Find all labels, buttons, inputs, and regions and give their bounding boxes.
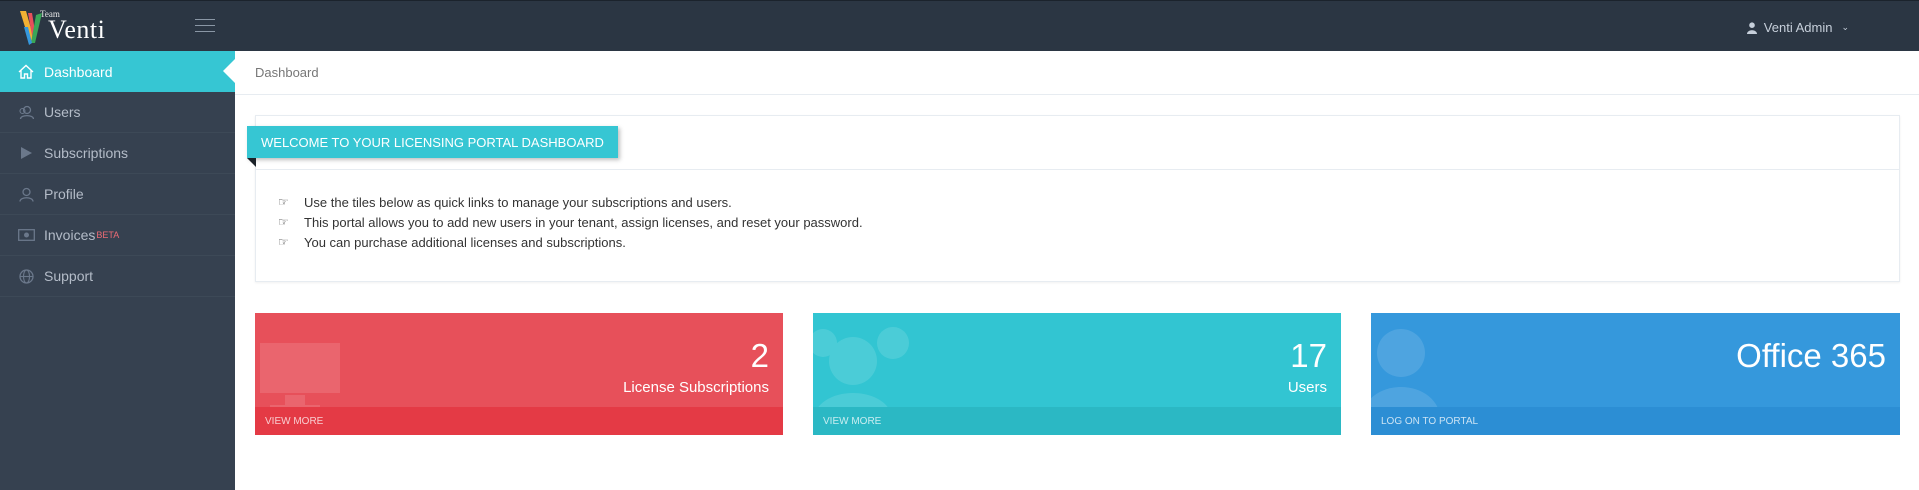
user-menu[interactable]: Venti Admin ⌄ [1746, 20, 1849, 35]
tile-license-subscriptions[interactable]: 2 License Subscriptions VIEW MORE [255, 313, 783, 435]
sidebar-item-label: Support [44, 268, 94, 284]
menu-toggle-icon[interactable] [195, 19, 215, 34]
list-item: ☞ This portal allows you to add new user… [278, 212, 863, 232]
divider [256, 169, 1899, 170]
sidebar-item-subscriptions[interactable]: Subscriptions [0, 133, 235, 174]
welcome-panel: WELCOME TO YOUR LICENSING PORTAL DASHBOA… [247, 115, 1900, 282]
sidebar-item-dashboard[interactable]: Dashboard [0, 51, 235, 92]
sidebar-item-users[interactable]: Users [0, 92, 235, 133]
tile-number: 17 [1290, 337, 1327, 374]
sidebar-item-label: Dashboard [44, 63, 113, 80]
tile-title: Office 365 [1736, 337, 1886, 374]
sidebar-item-invoices[interactable]: Invoices BETA [0, 215, 235, 256]
breadcrumb-item[interactable]: Dashboard [255, 65, 319, 80]
view-more-link[interactable]: VIEW MORE [813, 407, 1341, 435]
sidebar: Dashboard Users Subscriptions Profile In… [0, 51, 235, 490]
user-name: Venti Admin [1763, 20, 1833, 35]
top-header: Team Venti Venti Admin ⌄ [0, 0, 1919, 51]
tips-list: ☞ Use the tiles below as quick links to … [278, 192, 863, 252]
logo[interactable]: Team Venti [18, 7, 108, 47]
sidebar-item-label: Users [44, 104, 81, 120]
beta-badge: BETA [96, 230, 120, 240]
sidebar-item-label: Subscriptions [44, 145, 129, 161]
welcome-ribbon-title: WELCOME TO YOUR LICENSING PORTAL DASHBOA… [247, 126, 618, 167]
logo-name-text: Venti [48, 15, 106, 44]
tip-text: Use the tiles below as quick links to ma… [304, 194, 732, 210]
tile-description: Users [1287, 379, 1327, 396]
home-icon [17, 63, 35, 81]
sidebar-item-profile[interactable]: Profile [0, 174, 235, 215]
tip-text: This portal allows you to add new users … [304, 214, 863, 230]
users-icon [17, 103, 35, 121]
hand-pointer-icon: ☞ [278, 215, 289, 229]
sidebar-item-label: Invoices [44, 227, 96, 243]
list-item: ☞ You can purchase additional licenses a… [278, 232, 863, 252]
sidebar-item-support[interactable]: Support [0, 256, 235, 297]
play-icon [17, 144, 35, 162]
sidebar-item-label: Profile [44, 186, 84, 202]
user-icon [17, 185, 35, 203]
view-more-link[interactable]: VIEW MORE [255, 407, 783, 435]
hand-pointer-icon: ☞ [278, 195, 289, 209]
tile-office-365[interactable]: Office 365 LOG ON TO PORTAL [1371, 313, 1900, 435]
globe-icon [17, 267, 35, 285]
tile-users[interactable]: 17 Users VIEW MORE [813, 313, 1341, 435]
list-item: ☞ Use the tiles below as quick links to … [278, 192, 863, 212]
user-icon [1746, 21, 1757, 34]
breadcrumb: Dashboard [235, 51, 1919, 95]
money-icon [17, 226, 35, 244]
main-content: Dashboard WELCOME TO YOUR LICENSING PORT… [235, 51, 1919, 490]
hand-pointer-icon: ☞ [278, 235, 289, 249]
chevron-down-icon: ⌄ [1841, 22, 1849, 32]
tip-text: You can purchase additional licenses and… [304, 234, 626, 250]
portal-logon-link[interactable]: LOG ON TO PORTAL [1371, 407, 1900, 435]
tile-description: License Subscriptions [623, 379, 769, 396]
tile-number: 2 [750, 337, 769, 374]
